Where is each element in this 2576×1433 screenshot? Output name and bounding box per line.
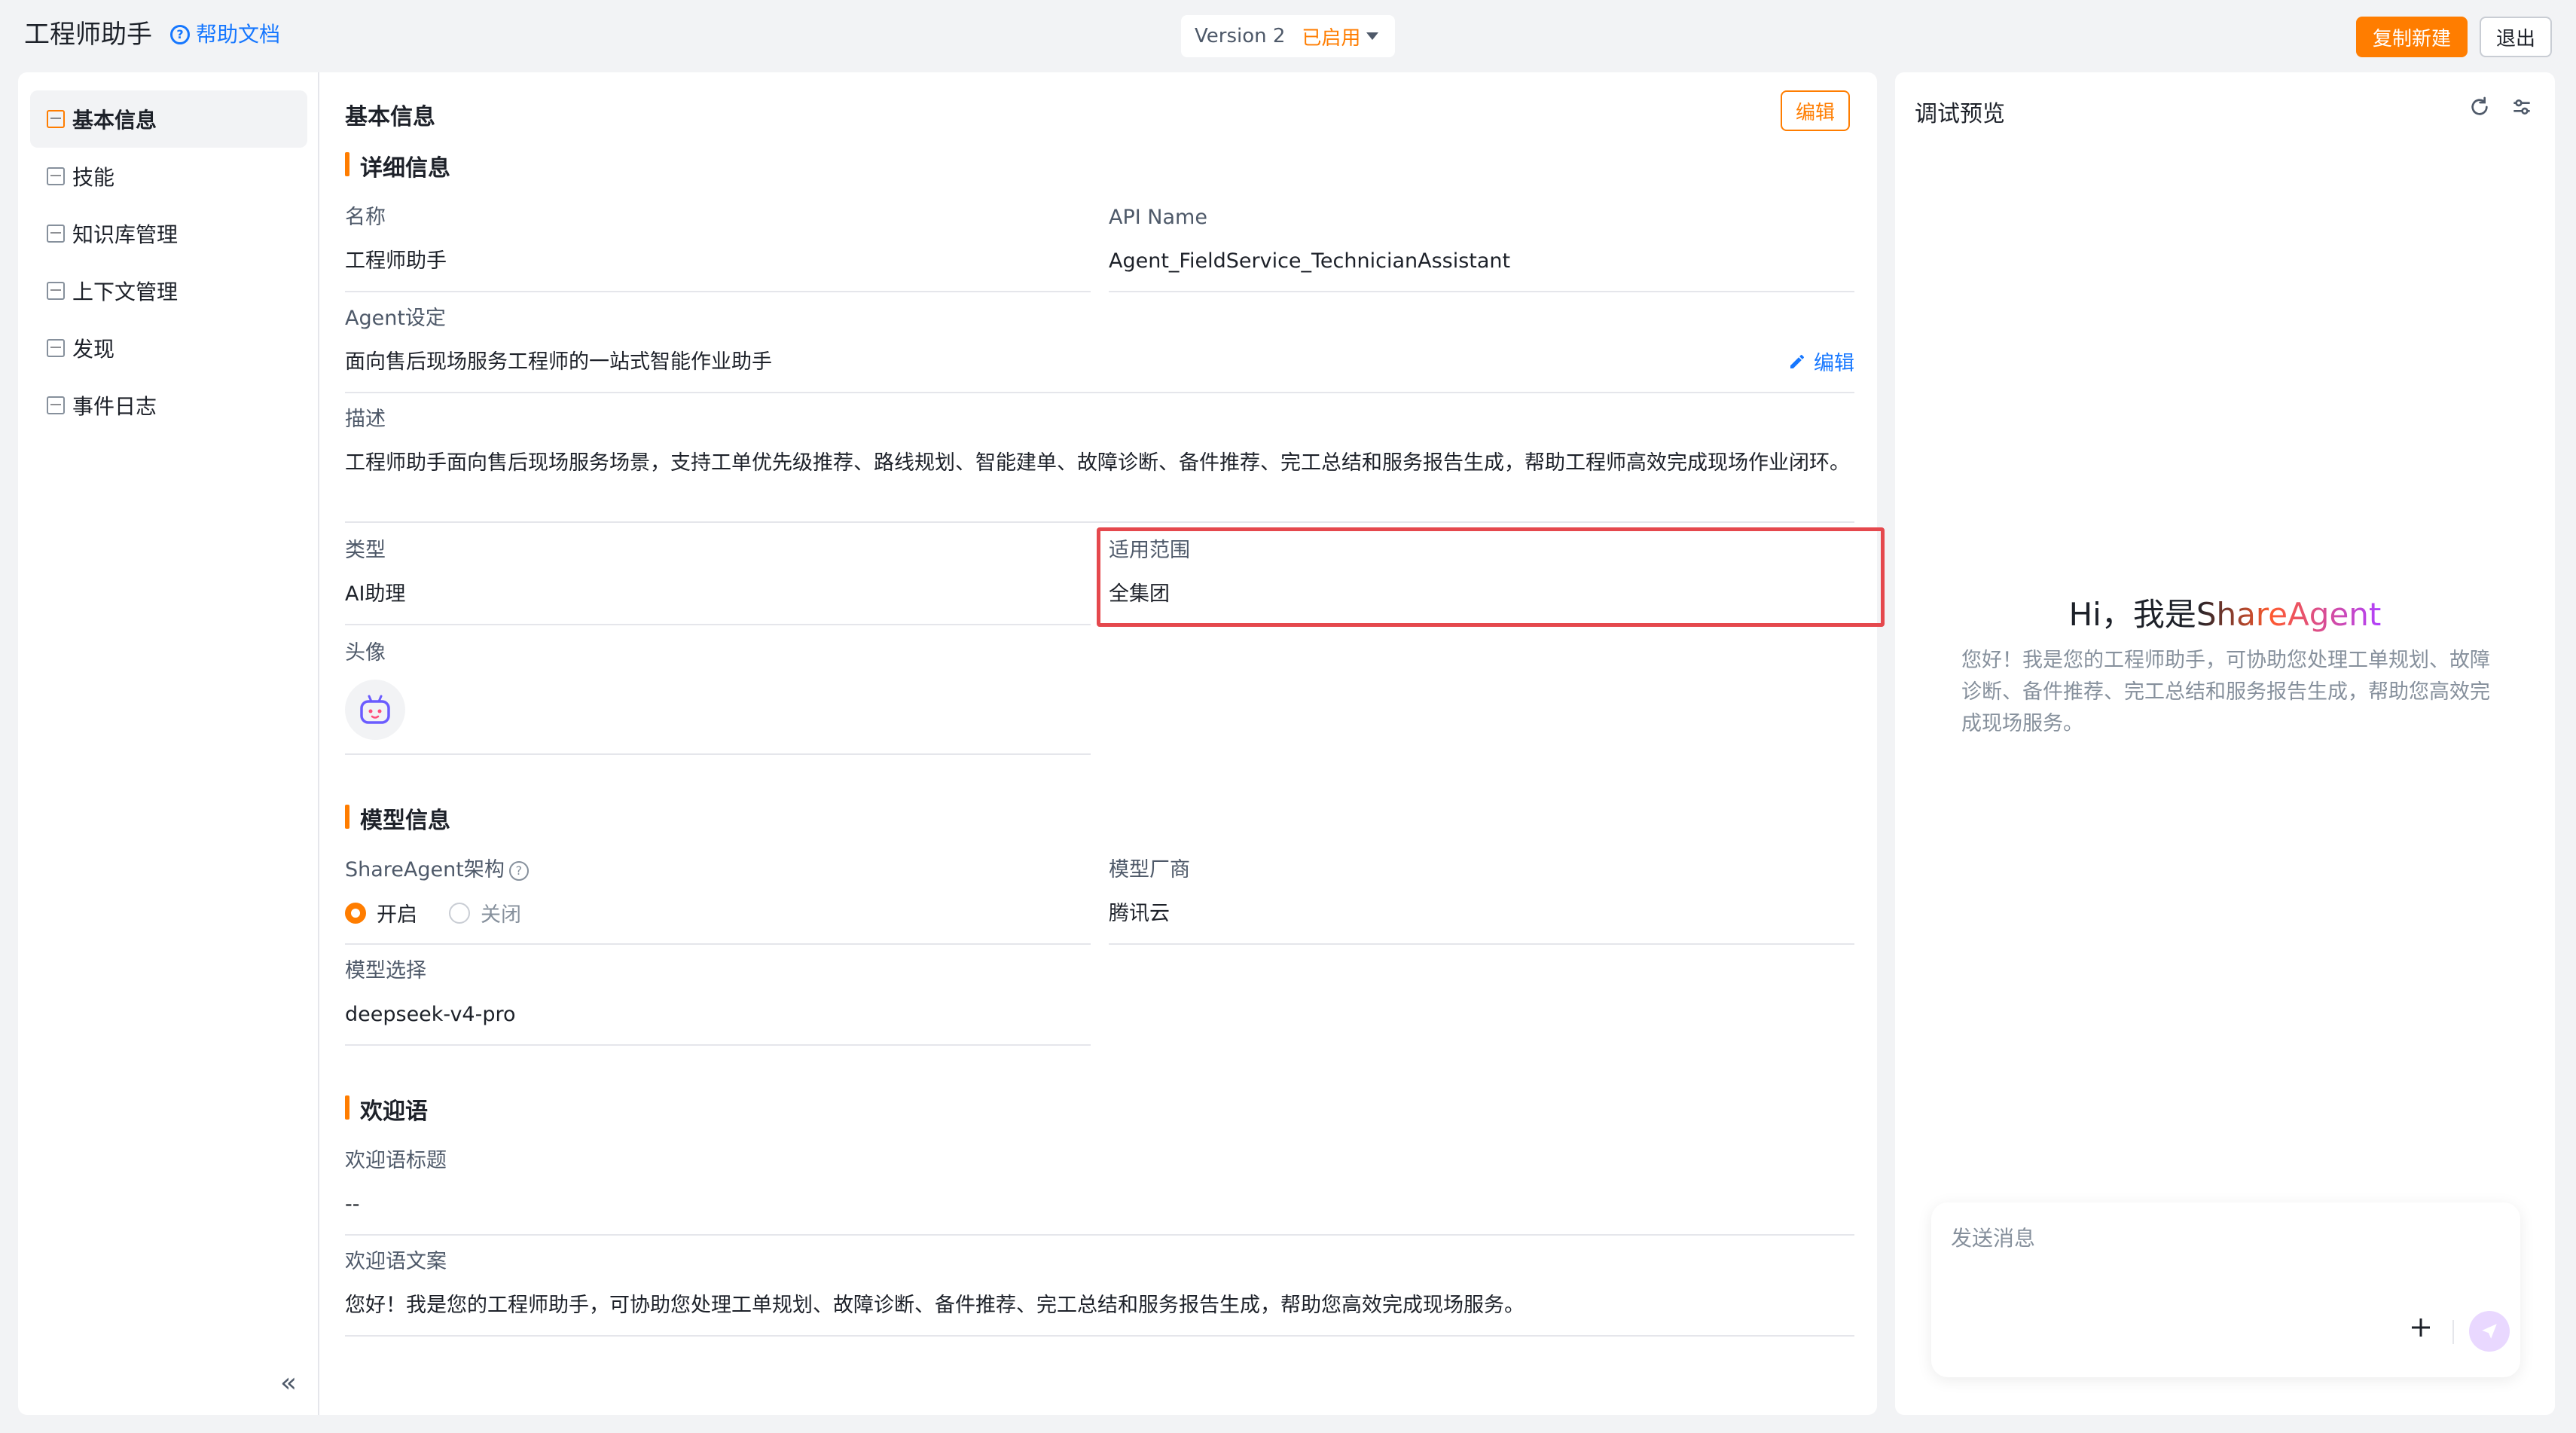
section-welcome-title: 欢迎语 (345, 1092, 428, 1126)
greeting-brand: ShareAgent (2196, 596, 2382, 633)
model-value: deepseek-v4-pro (345, 1003, 516, 1026)
name-field: 名称 工程师助手 (345, 203, 1091, 292)
name-label: 名称 (345, 206, 386, 229)
welcome-text-label: 欢迎语文案 (345, 1250, 447, 1273)
section-model-title: 模型信息 (345, 802, 450, 835)
arch-on-radio[interactable] (345, 902, 366, 924)
help-docs-label: 帮助文档 (196, 22, 281, 47)
sidebar-item-label: 基本信息 (72, 108, 157, 133)
arch-field: ShareAgent架构? 开启 关闭 (345, 856, 1091, 945)
send-icon (2482, 1324, 2497, 1339)
sidebar-item-knowledge[interactable]: 知识库管理 (30, 205, 307, 262)
caret-down-icon (1366, 32, 1378, 40)
main-panel: 基本信息 编辑 详细信息 名称 工程师助手 API Name Agent_Fie… (319, 72, 1885, 1415)
sidebar-item-event-log[interactable]: 事件日志 (30, 377, 307, 434)
model-label: 模型选择 (345, 959, 426, 982)
section-detail-title: 详细信息 (345, 149, 450, 182)
description-label: 描述 (345, 408, 386, 431)
settings-sliders-icon[interactable] (2510, 95, 2534, 119)
send-button[interactable] (2469, 1311, 2510, 1352)
question-icon[interactable]: ? (508, 860, 529, 881)
chat-input-box[interactable]: 发送消息 (1931, 1202, 2520, 1377)
edit-button[interactable]: 编辑 (1781, 90, 1850, 131)
api-name-value: Agent_FieldService_TechnicianAssistant (1109, 249, 1511, 273)
arch-on-label[interactable]: 开启 (377, 898, 417, 927)
sidebar: 基本信息 技能 知识库管理 上下文管理 发现 事件日志 « (18, 72, 319, 1415)
refresh-icon[interactable] (2468, 95, 2492, 119)
vendor-value: 腾讯云 (1109, 902, 1170, 925)
welcome-title-label: 欢迎语标题 (345, 1149, 447, 1172)
description-field: 描述 工程师助手面向售后现场服务场景，支持工单优先级推荐、路线规划、智能建单、故… (345, 405, 1854, 523)
chat-input[interactable]: 发送消息 (1951, 1222, 2035, 1252)
arch-off-radio[interactable] (449, 902, 470, 924)
pencil-icon (1790, 354, 1805, 368)
agent-setting-edit-label: 编辑 (1814, 352, 1854, 375)
model-field: 模型选择 deepseek-v4-pro (345, 957, 1091, 1046)
preview-title: 调试预览 (1915, 101, 2005, 127)
question-icon: ? (170, 25, 190, 44)
sidebar-item-context[interactable]: 上下文管理 (30, 262, 307, 319)
type-label: 类型 (345, 539, 386, 562)
arch-label: ShareAgent架构? (345, 856, 529, 885)
card-icon (47, 110, 65, 128)
arch-radio-group: 开启 关闭 (345, 898, 521, 927)
welcome-text-value: 您好！我是您的工程师助手，可协助您处理工单规划、故障诊断、备件推荐、完工总结和服… (345, 1294, 1525, 1317)
avatar (345, 680, 405, 740)
greeting-title: Hi，我是ShareAgent (1895, 589, 2555, 635)
log-icon (47, 396, 65, 414)
sidebar-item-label: 知识库管理 (72, 222, 179, 247)
robot-icon (360, 695, 390, 724)
avatar-label: 头像 (345, 641, 386, 665)
app-title: 工程师助手 (24, 20, 152, 50)
version-label: Version 2 (1195, 25, 1286, 47)
agent-setting-field: Agent设定 面向售后现场服务工程师的一站式智能作业助手 编辑 (345, 304, 1854, 393)
sidebar-item-basic-info[interactable]: 基本信息 (30, 90, 307, 148)
arch-off-label[interactable]: 关闭 (481, 898, 521, 927)
agent-setting-label: Agent设定 (345, 307, 446, 330)
collapse-sidebar-icon[interactable]: « (280, 1367, 297, 1398)
preview-panel: 调试预览 Hi，我是ShareAgent 您好！我是您的工程师助手，可协助您处理… (1895, 72, 2555, 1415)
help-docs-link[interactable]: ? 帮助文档 (170, 20, 280, 50)
agent-setting-edit-link[interactable]: 编辑 (1788, 347, 1854, 376)
scope-highlight-box (1097, 527, 1885, 627)
greeting-prefix: Hi，我是 (2068, 596, 2196, 633)
avatar-field: 头像 (345, 639, 1091, 755)
divider (2452, 1320, 2454, 1344)
sidebar-item-discover[interactable]: 发现 (30, 319, 307, 377)
code-icon (47, 282, 65, 300)
top-bar: 工程师助手 ? 帮助文档 Version 2 已启用 复制新建 退出 (0, 0, 2576, 72)
plus-icon[interactable] (2407, 1314, 2434, 1341)
list-icon (47, 167, 65, 185)
sidebar-item-label: 上下文管理 (72, 280, 179, 304)
welcome-title-field: 欢迎语标题 -- (345, 1147, 1854, 1236)
box-icon (47, 339, 65, 357)
version-status: 已启用 (1302, 26, 1361, 50)
arch-label-text: ShareAgent架构 (345, 858, 505, 881)
name-value: 工程师助手 (345, 249, 447, 273)
api-name-field: API Name Agent_FieldService_TechnicianAs… (1109, 203, 1854, 292)
sidebar-item-label: 发现 (72, 337, 115, 362)
page-title: 基本信息 (345, 104, 435, 130)
book-icon (47, 225, 65, 243)
vendor-field: 模型厂商 腾讯云 (1109, 856, 1854, 945)
sidebar-item-label: 事件日志 (72, 394, 157, 419)
agent-setting-value: 面向售后现场服务工程师的一站式智能作业助手 (345, 350, 772, 374)
sidebar-item-label: 技能 (72, 165, 115, 190)
welcome-title-value: -- (345, 1193, 360, 1216)
description-value: 工程师助手面向售后现场服务场景，支持工单优先级推荐、路线规划、智能建单、故障诊断… (345, 451, 1850, 475)
greeting-text: 您好！我是您的工程师助手，可协助您处理工单规划、故障诊断、备件推荐、完工总结和服… (1961, 649, 2490, 735)
vendor-label: 模型厂商 (1109, 858, 1190, 881)
version-select[interactable]: Version 2 已启用 (1181, 15, 1395, 57)
welcome-text-field: 欢迎语文案 您好！我是您的工程师助手，可协助您处理工单规划、故障诊断、备件推荐、… (345, 1248, 1854, 1337)
type-value: AI助理 (345, 582, 406, 606)
sidebar-item-skills[interactable]: 技能 (30, 148, 307, 205)
type-field: 类型 AI助理 (345, 536, 1091, 625)
api-name-label: API Name (1109, 206, 1207, 229)
exit-button[interactable]: 退出 (2480, 17, 2552, 57)
copy-new-button[interactable]: 复制新建 (2356, 17, 2468, 57)
